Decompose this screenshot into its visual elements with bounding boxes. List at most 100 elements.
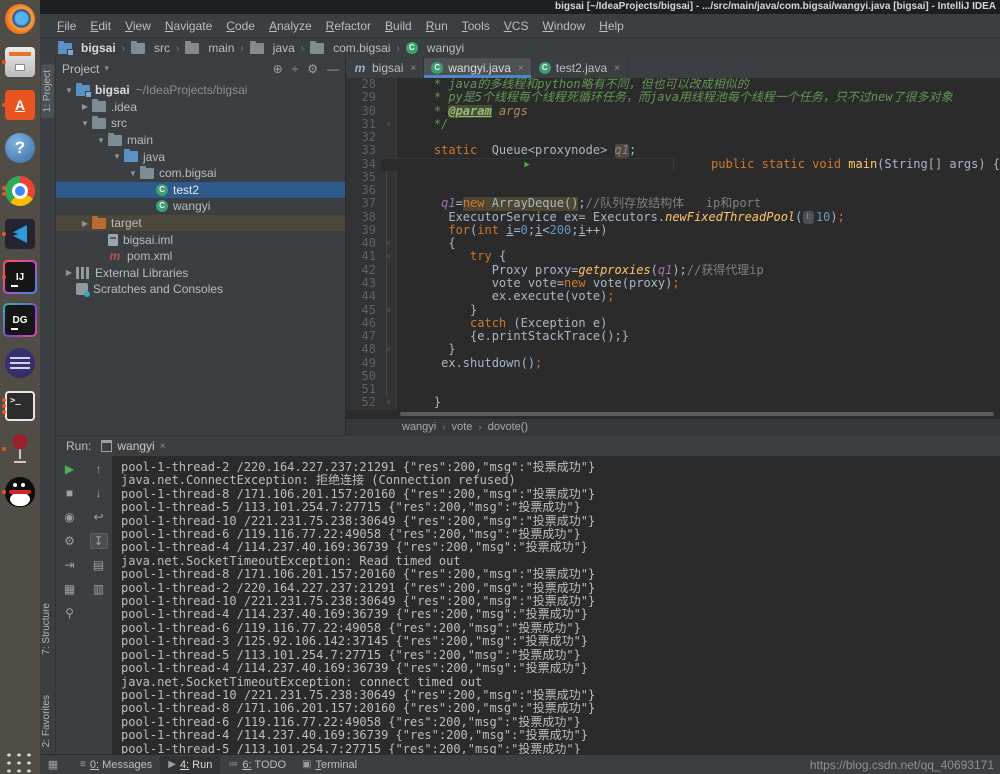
dock-item-file-manager[interactable] — [3, 46, 37, 78]
stop-icon[interactable]: ■ — [61, 485, 79, 501]
clear-icon[interactable]: ▥ — [90, 581, 108, 597]
editor-tab-test2-java[interactable]: test2.java× — [532, 58, 628, 78]
tree-row-main[interactable]: ▼main — [56, 132, 345, 149]
run-gutter-icon[interactable]: ▶ — [381, 158, 674, 171]
show-applications-icon[interactable] — [6, 752, 34, 774]
tree-row-test2[interactable]: test2 — [56, 182, 345, 199]
tab-close-icon[interactable]: × — [410, 63, 416, 74]
layout-icon[interactable]: ▦ — [61, 581, 79, 597]
tool-tab-structure[interactable]: 7: Structure — [41, 603, 52, 655]
menu-vcs[interactable]: VCS — [497, 17, 536, 35]
editor-breadcrumb-item[interactable]: vote — [452, 421, 473, 433]
tree-toggle-icon[interactable]: ▶ — [78, 102, 92, 111]
tree-row-java[interactable]: ▼java — [56, 148, 345, 165]
collapse-all-icon[interactable]: ÷ — [292, 62, 299, 76]
tree-row-bigsai-iml[interactable]: bigsai.iml — [56, 231, 345, 248]
print-icon[interactable]: ▤ — [90, 557, 108, 573]
menu-window[interactable]: Window — [535, 17, 592, 35]
code-token: //队列存放结构体 ip和port — [586, 197, 761, 210]
soft-wrap-icon[interactable]: ↩ — [90, 509, 108, 525]
tab-close-icon[interactable]: × — [614, 63, 620, 74]
tree-toggle-icon[interactable]: ▼ — [78, 119, 92, 128]
menu-file[interactable]: File — [50, 17, 83, 35]
breadcrumb-item[interactable]: src — [129, 41, 172, 55]
menu-code[interactable]: Code — [219, 17, 262, 35]
dock-item-firefox[interactable] — [3, 3, 37, 35]
dock-item-software-center[interactable] — [3, 89, 37, 121]
tree-row-scratches-and-consoles[interactable]: Scratches and Consoles — [56, 281, 345, 298]
editor-tab-bigsai[interactable]: bigsai× — [346, 58, 424, 78]
tree-toggle-icon[interactable]: ▼ — [110, 152, 124, 161]
prev-occurrence-icon[interactable]: ↑ — [90, 461, 108, 477]
tree-row-external-libraries[interactable]: ▶External Libraries — [56, 265, 345, 282]
tree-toggle-icon[interactable]: ▼ — [126, 169, 140, 178]
screenshot-icon[interactable]: ◉ — [61, 509, 79, 525]
tree-row-src[interactable]: ▼src — [56, 115, 345, 132]
profiler-icon[interactable]: ⚙ — [61, 533, 79, 549]
tree-row-com-bigsai[interactable]: ▼com.bigsai — [56, 165, 345, 182]
dock-item-vscode[interactable] — [3, 218, 37, 250]
breadcrumb-item[interactable]: com.bigsai — [308, 41, 392, 55]
dock-item-eclipse[interactable] — [3, 347, 37, 379]
dock-item-qq[interactable] — [3, 476, 37, 508]
editor-hscrollbar[interactable] — [346, 410, 1000, 418]
menu-refactor[interactable]: Refactor — [319, 17, 378, 35]
breadcrumb-item[interactable]: wangyi — [404, 41, 466, 55]
tab-close-icon[interactable]: × — [518, 63, 524, 74]
statusbar-item-messages[interactable]: ≡0: Messages — [72, 756, 160, 774]
tree-toggle-icon[interactable]: ▼ — [94, 136, 108, 145]
menu-edit[interactable]: Edit — [83, 17, 118, 35]
code-token: ; — [672, 277, 679, 290]
pin-icon[interactable]: ⚲ — [61, 605, 79, 621]
tree-row-bigsai[interactable]: ▼bigsai~/IdeaProjects/bigsai — [56, 82, 345, 99]
tree-toggle-icon[interactable]: ▶ — [62, 268, 76, 277]
project-panel-title[interactable]: Project — [62, 62, 99, 76]
statusbar-item-run[interactable]: ▶4: Run — [160, 756, 220, 774]
next-occurrence-icon[interactable]: ↓ — [90, 485, 108, 501]
scroll-to-end-icon[interactable]: ↧ — [90, 533, 108, 549]
dock-item-wine[interactable] — [3, 433, 37, 465]
dock-item-terminal[interactable] — [3, 390, 37, 422]
run-console-output[interactable]: pool-1-thread-2 /220.164.227.237:21291 {… — [112, 456, 1000, 755]
breadcrumb-item[interactable]: main — [183, 41, 236, 55]
hscrollbar-thumb[interactable] — [400, 412, 994, 416]
gear-icon[interactable]: ⚙ — [307, 62, 318, 76]
rerun-icon[interactable]: ▶ — [61, 461, 79, 477]
menu-view[interactable]: View — [118, 17, 158, 35]
exit-icon[interactable]: ⇥ — [61, 557, 79, 573]
tree-row-wangyi[interactable]: wangyi — [56, 198, 345, 215]
dock-item-intellij[interactable] — [3, 261, 37, 293]
tree-row-pom-xml[interactable]: pom.xml — [56, 248, 345, 265]
run-tab[interactable]: wangyi × — [101, 439, 165, 453]
statusbar-item-terminal[interactable]: ▣Terminal — [294, 756, 365, 774]
editor-tab-wangyi-java[interactable]: wangyi.java× — [424, 58, 532, 78]
editor-breadcrumb-item[interactable]: wangyi — [402, 421, 436, 433]
gutter — [381, 211, 397, 224]
dock-item-chrome[interactable] — [3, 175, 37, 207]
tree-toggle-icon[interactable]: ▼ — [62, 86, 76, 95]
tree-row--idea[interactable]: ▶.idea — [56, 99, 345, 116]
menu-analyze[interactable]: Analyze — [262, 17, 319, 35]
dock-item-help[interactable] — [3, 132, 37, 164]
gutter — [381, 277, 397, 290]
tool-tab-favorites[interactable]: 2: Favorites — [41, 695, 52, 747]
tree-toggle-icon[interactable]: ▶ — [78, 219, 92, 228]
chevron-down-icon[interactable]: ▾ — [104, 63, 109, 74]
breadcrumb-item[interactable]: bigsai — [56, 41, 118, 55]
editor-breadcrumb-item[interactable]: dovote() — [488, 421, 528, 433]
menu-build[interactable]: Build — [378, 17, 419, 35]
hide-panel-icon[interactable]: — — [327, 62, 339, 76]
statusbar-item-todo[interactable]: ≔6: TODO — [220, 756, 294, 774]
menu-navigate[interactable]: Navigate — [158, 17, 219, 35]
close-icon[interactable]: × — [160, 441, 166, 452]
dock-item-datagrip[interactable] — [3, 304, 37, 336]
code-editor[interactable]: 28 * java的多线程和python略有不同，但也可以改成相似的29 * p… — [346, 78, 1000, 410]
tree-row-target[interactable]: ▶target — [56, 215, 345, 232]
locate-icon[interactable]: ⊕ — [273, 62, 283, 76]
tool-windows-toggle-icon[interactable]: ▦ — [44, 758, 62, 771]
menu-help[interactable]: Help — [592, 17, 631, 35]
breadcrumb-item[interactable]: java — [248, 41, 297, 55]
menu-run[interactable]: Run — [419, 17, 455, 35]
menu-tools[interactable]: Tools — [455, 17, 497, 35]
tool-tab-project[interactable]: 1: Project — [41, 64, 54, 118]
